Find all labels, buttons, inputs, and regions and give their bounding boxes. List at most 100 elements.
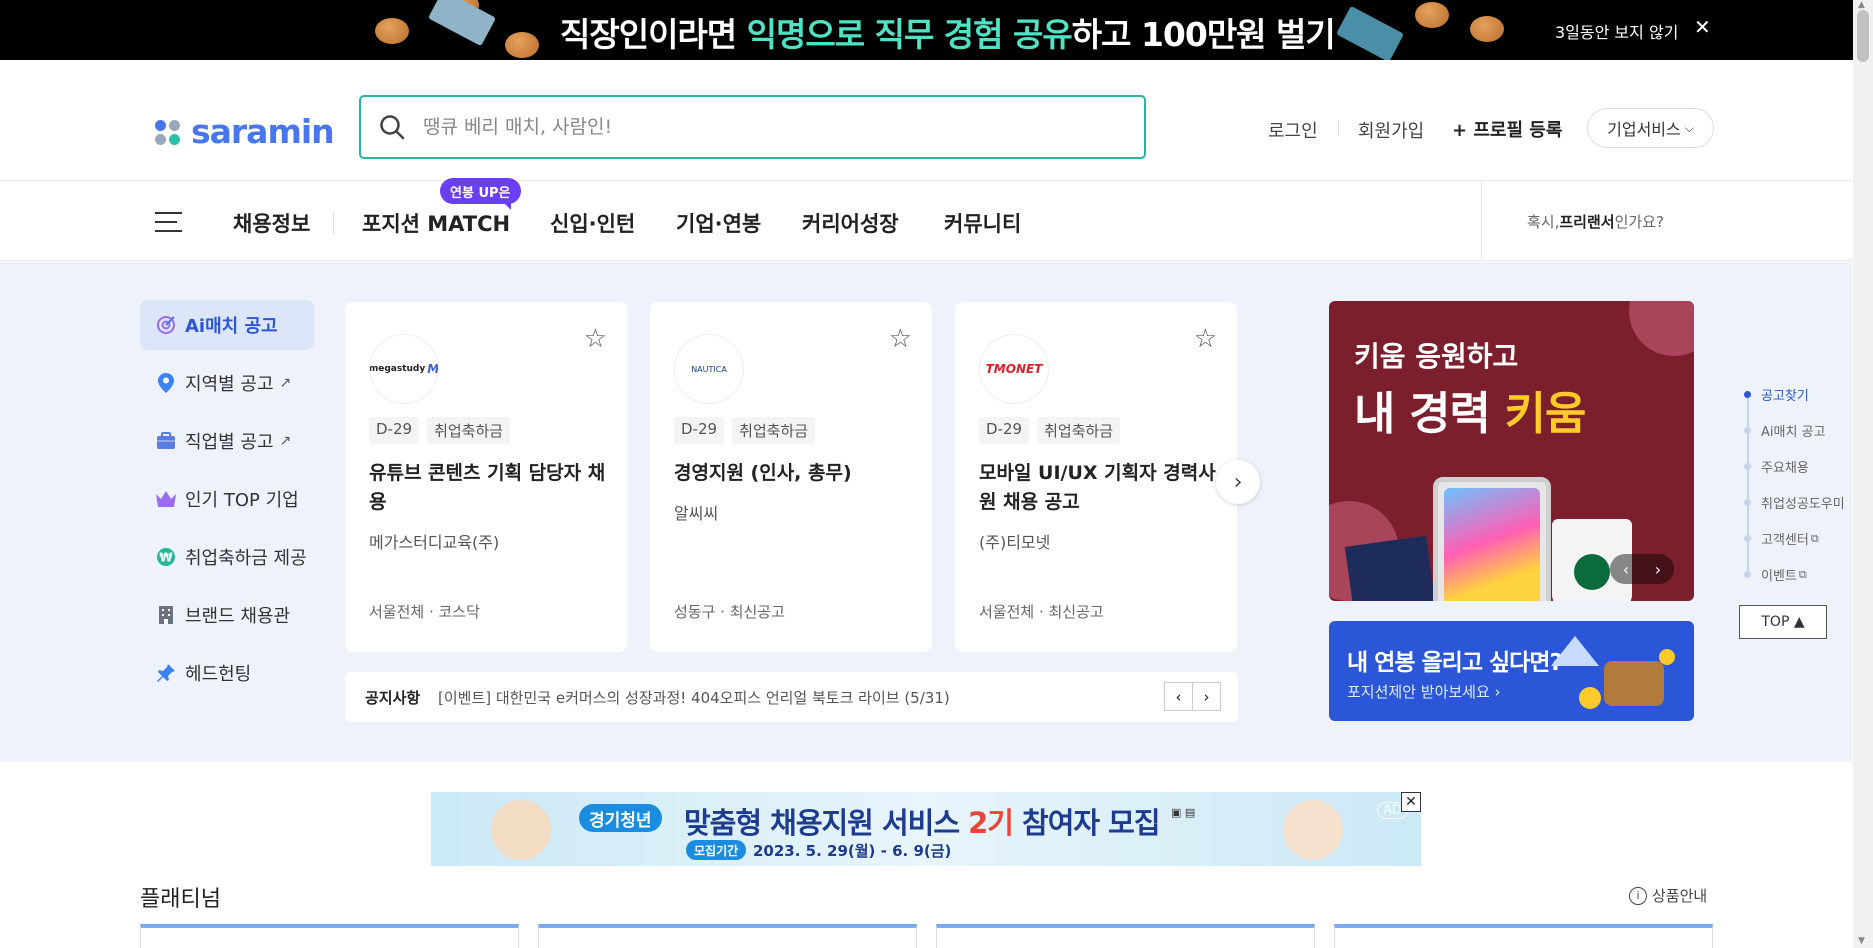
coin-decoration xyxy=(375,18,409,44)
platinum-card[interactable] xyxy=(140,924,519,948)
chevron-left-icon[interactable]: ‹ xyxy=(1623,560,1629,579)
business-service-button[interactable]: 기업서비스 ⌵ xyxy=(1587,108,1714,148)
chevron-right-icon: › xyxy=(1233,469,1243,495)
target-icon xyxy=(155,314,177,336)
bookmark-star-icon[interactable]: ☆ xyxy=(1194,324,1217,354)
company-logo: TMONET xyxy=(979,334,1049,404)
dday-badge: D-29 xyxy=(674,417,725,444)
coin-decoration xyxy=(1579,687,1601,709)
job-title[interactable]: 경영지원 (인사, 총무) xyxy=(674,459,914,488)
quick-item-event[interactable]: 이벤트 ⧉ xyxy=(1740,565,1807,584)
bookmark-star-icon[interactable]: ☆ xyxy=(584,324,607,354)
company-name[interactable]: 메가스터디교육(주) xyxy=(369,529,499,553)
chevron-left-icon: ‹ xyxy=(1175,687,1182,706)
nav-item-newbie-intern[interactable]: 신입·인턴 xyxy=(550,208,635,238)
new-window-icon: ⧉ xyxy=(1798,567,1807,581)
signup-link[interactable]: 회원가입 xyxy=(1358,117,1424,143)
scrollbar-thumb[interactable] xyxy=(1857,10,1869,62)
side-item-region[interactable]: 지역별 공고 ↗ xyxy=(140,358,314,408)
bookmark-star-icon[interactable]: ☆ xyxy=(889,324,912,354)
business-service-label: 기업서비스 xyxy=(1607,120,1681,139)
dday-badge: D-29 xyxy=(369,417,420,444)
notice-label: 공지사항 xyxy=(365,689,421,707)
notice-text[interactable]: [이벤트] 대한민국 e커머스의 성장과정! 404오피스 언리얼 북토크 라이… xyxy=(438,687,950,708)
scroll-down-arrow-icon[interactable]: ▼ xyxy=(1858,936,1865,946)
bonus-badge: 취업축하금 xyxy=(732,417,816,444)
chevron-right-icon[interactable]: › xyxy=(1655,560,1661,579)
company-logo: NAUTICA xyxy=(674,334,744,404)
divider xyxy=(1481,181,1482,261)
briefcase-icon xyxy=(155,430,177,452)
promo-title: 직장인이라면 익명으로 직무 경험 공유하고 100만원 벌기 xyxy=(560,15,1336,54)
building-icon xyxy=(155,604,177,626)
job-title[interactable]: 모바일 UI/UX 기획자 경력사원 채용 공고 xyxy=(979,459,1219,517)
product-info-link[interactable]: i 상품안내 xyxy=(1629,885,1707,906)
bonus-badge: 취업축하금 xyxy=(1037,417,1121,444)
quick-item-success-helper[interactable]: 취업성공도우미 xyxy=(1740,493,1845,512)
freelancer-link[interactable]: 혹시,프리랜서인가요? xyxy=(1527,211,1664,232)
bag-illustration xyxy=(1604,661,1664,706)
notice-next-button[interactable]: › xyxy=(1192,682,1221,711)
platinum-section-title: 플래티넘 xyxy=(140,887,221,912)
quick-item-find-jobs[interactable]: 공고찾기 xyxy=(1740,385,1809,404)
close-icon[interactable]: ✕ xyxy=(1694,15,1711,39)
saramin-logo[interactable]: saramin xyxy=(155,112,335,151)
platinum-card[interactable] xyxy=(936,924,1315,948)
job-card[interactable]: megastudy M ☆ D-29 취업축하금 유튜브 콘텐츠 기획 담당자 채… xyxy=(345,302,627,652)
side-item-ai-match[interactable]: Ai매치 공고 xyxy=(140,300,314,350)
carousel-next-button[interactable]: › xyxy=(1216,460,1260,504)
job-location: 서울전체 · 코스닥 xyxy=(369,603,480,621)
nav-item-career[interactable]: 커리어성장 xyxy=(802,208,899,238)
search-icon xyxy=(380,115,405,140)
page-scrollbar[interactable]: ▲ ▼ xyxy=(1853,0,1873,948)
quick-item-ai-match[interactable]: Ai매치 공고 xyxy=(1740,421,1825,440)
salary-up-badge: 연봉 UP은 xyxy=(440,178,521,210)
top-promo-banner[interactable]: 직장인이라면 익명으로 직무 경험 공유하고 100만원 벌기 3일동안 보지 … xyxy=(0,0,1873,60)
coin-decoration xyxy=(1470,16,1504,42)
won-coin-icon: ₩ xyxy=(155,546,177,568)
side-item-bonus[interactable]: ₩ 취업축하금 제공 xyxy=(140,532,314,582)
quick-item-customer-center[interactable]: 고객센터 ⧉ xyxy=(1740,529,1819,548)
dismiss-3days-link[interactable]: 3일동안 보지 않기 xyxy=(1555,19,1678,43)
login-link[interactable]: 로그인 xyxy=(1268,117,1318,143)
tablet-image xyxy=(1433,477,1551,601)
notice-bar: 공지사항 [이벤트] 대한민국 e커머스의 성장과정! 404오피스 언리얼 북… xyxy=(345,672,1238,722)
company-name[interactable]: 알씨씨 xyxy=(674,500,718,524)
side-item-top-company[interactable]: 인기 TOP 기업 xyxy=(140,474,314,524)
nav-item-position-match[interactable]: 포지션 MATCH xyxy=(362,208,510,238)
search-input[interactable] xyxy=(423,111,1103,143)
salary-ad-banner[interactable]: 내 연봉 올리고 싶다면? 포지션제안 받아보세요 › xyxy=(1329,621,1694,721)
platinum-card[interactable] xyxy=(538,924,917,948)
job-title[interactable]: 유튜브 콘텐츠 기획 담당자 채용 xyxy=(369,459,609,517)
info-icon: i xyxy=(1629,886,1647,905)
platinum-card[interactable] xyxy=(1334,924,1713,948)
dday-badge: D-29 xyxy=(979,417,1030,444)
baseball-decoration xyxy=(1629,301,1694,356)
side-item-headhunting[interactable]: 헤드헌팅 xyxy=(140,648,314,698)
bonus-badge: 취업축하금 xyxy=(427,417,511,444)
external-arrow-icon: ↗ xyxy=(279,433,292,449)
nav-item-community[interactable]: 커뮤니티 xyxy=(944,208,1021,238)
close-icon[interactable]: ✕ xyxy=(1401,792,1421,812)
scroll-up-arrow-icon[interactable]: ▲ xyxy=(1858,0,1865,10)
nav-item-jobs[interactable]: 채용정보 xyxy=(233,208,310,238)
money-bill-decoration xyxy=(1336,5,1404,60)
search-box[interactable] xyxy=(359,95,1146,159)
company-name[interactable]: (주)티모넷 xyxy=(979,529,1050,553)
kiwoom-ad-banner[interactable]: 키움 응원하고 내 경력 키움 ‹ › xyxy=(1329,301,1694,601)
side-item-brand[interactable]: 브랜드 채용관 xyxy=(140,590,314,640)
job-card[interactable]: NAUTICA ☆ D-29 취업축하금 경영지원 (인사, 총무) 알씨씨 성… xyxy=(650,302,932,652)
scroll-top-button[interactable]: TOP ▲ xyxy=(1739,605,1827,639)
divider xyxy=(333,212,334,234)
menu-hamburger-icon[interactable] xyxy=(155,212,182,232)
coin-decoration xyxy=(505,32,539,58)
ad-headline: 내 연봉 올리고 싶다면? xyxy=(1347,650,1563,676)
quick-item-main-jobs[interactable]: 주요채용 xyxy=(1740,457,1809,476)
notice-prev-button[interactable]: ‹ xyxy=(1164,682,1193,711)
side-item-job-type[interactable]: 직업별 공고 ↗ xyxy=(140,416,314,466)
profile-register-link[interactable]: + 프로필 등록 xyxy=(1452,116,1562,142)
ad-carousel-controls[interactable]: ‹ › xyxy=(1610,554,1674,584)
nav-item-company-salary[interactable]: 기업·연봉 xyxy=(676,208,761,238)
job-card[interactable]: TMONET ☆ D-29 취업축하금 모바일 UI/UX 기획자 경력사원 채… xyxy=(955,302,1237,652)
youth-ad-banner[interactable]: 경기청년 맞춤형 채용지원 서비스 2기 참여자 모집 모집기간 2023. 5… xyxy=(431,792,1421,866)
